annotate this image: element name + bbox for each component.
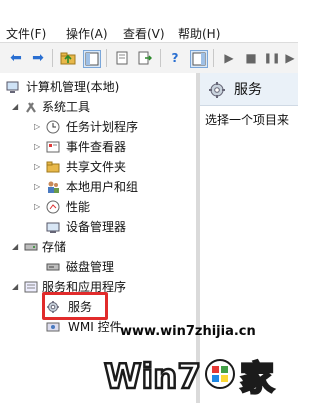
menu-action[interactable]: 操作(A) — [66, 25, 108, 42]
expand-triangle-icon[interactable]: ◢ — [12, 237, 22, 257]
watermark-url: www.win7zhijia.cn — [120, 324, 256, 339]
services-apps-icon — [24, 280, 38, 294]
tree-label: 任务计划程序 — [66, 120, 139, 134]
tree-label: WMI 控件 — [68, 320, 122, 334]
toolbar-separator — [213, 49, 214, 67]
clock-icon — [46, 120, 60, 134]
win7-logo: Win7 家 — [100, 344, 298, 403]
restart-icon[interactable]: ▶ — [282, 50, 298, 66]
wmi-control-icon — [46, 320, 60, 334]
tree-label: 事件查看器 — [66, 140, 127, 154]
performance-icon — [46, 200, 60, 214]
computer-management-icon — [6, 80, 20, 94]
stop-icon[interactable]: ■ — [243, 50, 259, 66]
tree-label: 磁盘管理 — [66, 260, 115, 274]
details-title: 服务 — [234, 82, 262, 98]
tree-label: 性能 — [66, 200, 91, 214]
toolbar-separator — [52, 49, 53, 67]
menu-view[interactable]: 查看(V) — [123, 25, 165, 42]
collapse-triangle-icon[interactable]: ▷ — [34, 157, 44, 177]
tree-label: 计算机管理(本地) — [26, 80, 120, 94]
users-icon — [46, 180, 60, 194]
svg-text:家: 家 — [240, 359, 274, 399]
details-hint-text: 选择一个项目来 — [205, 113, 290, 127]
gear-icon — [208, 81, 226, 103]
tree-label: 系统工具 — [42, 100, 91, 114]
system-tools-icon — [24, 100, 38, 114]
action-pane-icon[interactable] — [190, 50, 208, 68]
expand-triangle-icon[interactable]: ◢ — [12, 277, 22, 297]
collapse-triangle-icon[interactable]: ▷ — [34, 137, 44, 157]
toolbar-separator — [160, 49, 161, 67]
disk-management-icon — [46, 260, 60, 274]
services-highlight-box — [42, 292, 108, 320]
show-hide-tree-icon[interactable] — [83, 50, 101, 68]
menu-bar: 文件(F) 操作(A) 查看(V) 帮助(H) — [0, 0, 298, 42]
svg-text:Win7: Win7 — [104, 357, 201, 397]
toolbar: ⬅ ➡ ? ▶ ■ ❚❚ ▶ — [0, 42, 298, 74]
device-manager-icon — [46, 220, 60, 234]
collapse-triangle-icon[interactable]: ▷ — [34, 177, 44, 197]
event-viewer-icon — [46, 140, 60, 154]
tree-label: 共享文件夹 — [66, 160, 127, 174]
pause-icon[interactable]: ❚❚ — [264, 50, 281, 66]
forward-arrow-icon[interactable]: ➡ — [30, 50, 46, 66]
collapse-triangle-icon[interactable]: ▷ — [34, 197, 44, 217]
play-icon[interactable]: ▶ — [221, 50, 237, 66]
back-arrow-icon[interactable]: ⬅ — [8, 50, 24, 66]
properties-icon[interactable] — [114, 50, 130, 66]
menu-help[interactable]: 帮助(H) — [178, 25, 220, 42]
tree-label: 存储 — [42, 240, 67, 254]
up-folder-icon[interactable] — [60, 50, 76, 66]
storage-icon — [24, 240, 38, 254]
menu-file[interactable]: 文件(F) — [6, 25, 46, 42]
details-header: 服务 — [200, 73, 298, 106]
collapse-triangle-icon[interactable]: ▷ — [34, 117, 44, 137]
help-icon[interactable]: ? — [167, 50, 183, 66]
export-list-icon[interactable] — [137, 50, 153, 66]
shared-folder-icon — [46, 160, 60, 174]
tree-label: 设备管理器 — [66, 220, 127, 234]
expand-triangle-icon[interactable]: ◢ — [12, 97, 22, 117]
toolbar-separator — [106, 49, 107, 67]
tree-label: 本地用户和组 — [66, 180, 139, 194]
